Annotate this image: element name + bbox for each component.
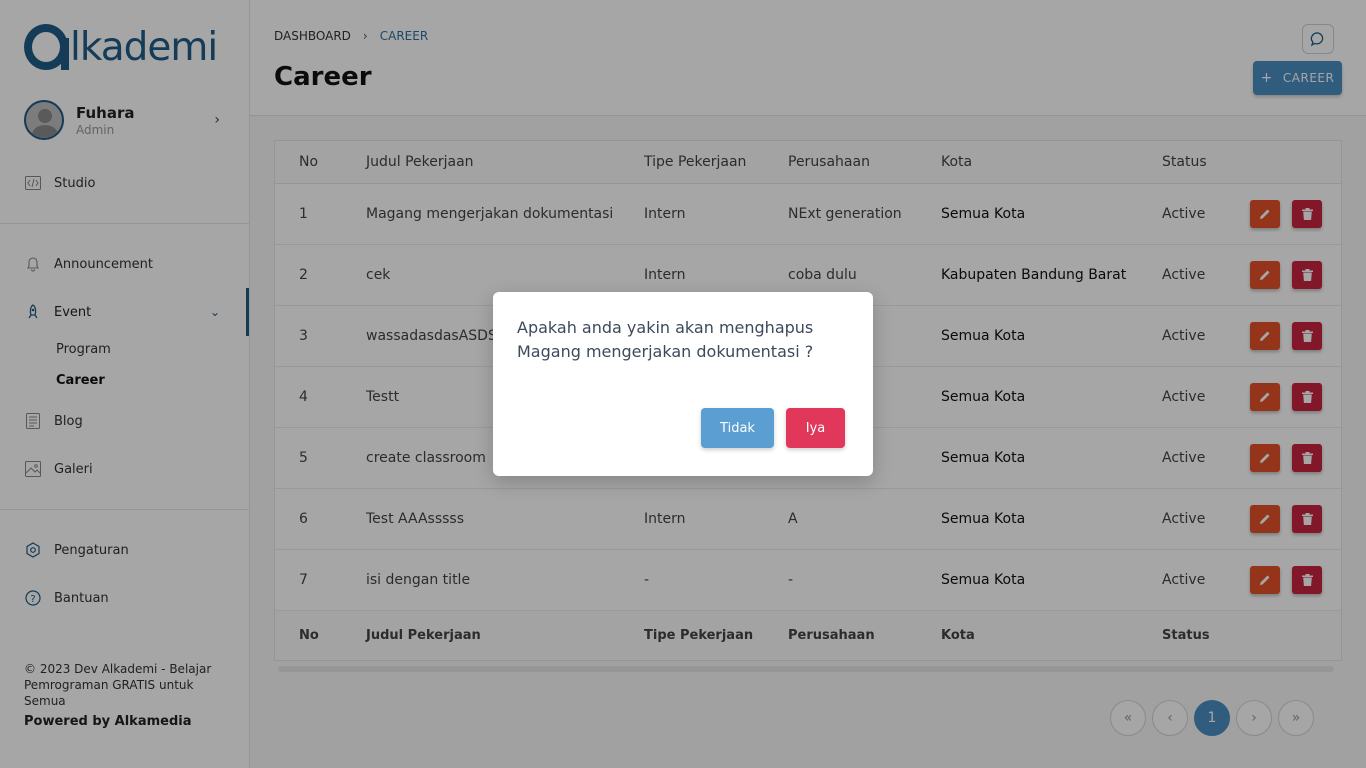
dialog-message: Apakah anda yakin akan menghapus Magang … [517, 318, 814, 361]
cancel-button[interactable]: Tidak [701, 408, 774, 448]
delete-confirm-dialog: Apakah anda yakin akan menghapus Magang … [493, 292, 873, 476]
confirm-delete-button[interactable]: Iya [786, 408, 845, 448]
